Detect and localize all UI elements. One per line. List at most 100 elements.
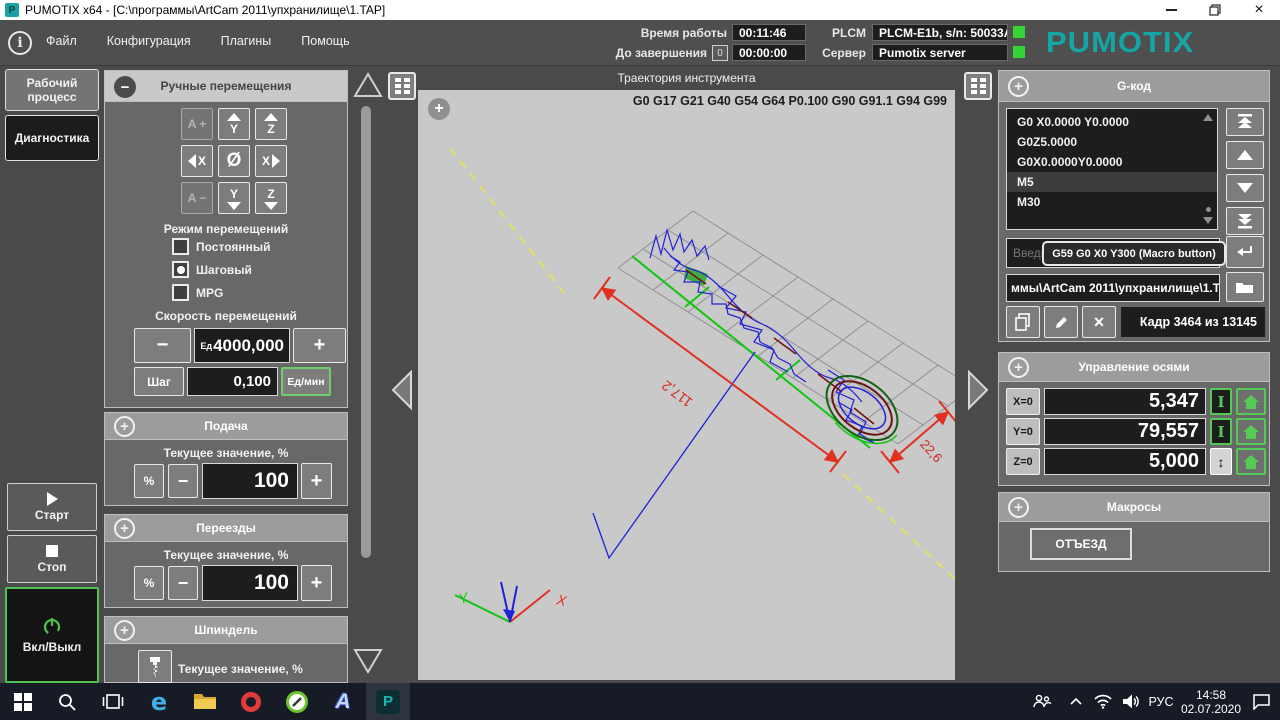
- home-y-button[interactable]: [1236, 418, 1266, 445]
- axis-z-value[interactable]: 5,000: [1044, 448, 1206, 475]
- info-icon[interactable]: i: [8, 31, 32, 55]
- rapids-minus-button[interactable]: −: [168, 566, 198, 600]
- mode-step-checkbox[interactable]: [172, 261, 189, 278]
- expand-section-button[interactable]: +: [114, 416, 135, 437]
- home-z-button[interactable]: [1236, 448, 1266, 475]
- tray-clock-button[interactable]: 14:58 02.07.2020: [1180, 688, 1242, 716]
- tray-wifi-button[interactable]: [1090, 683, 1116, 720]
- gcode-line[interactable]: G0Z5.0000: [1007, 132, 1217, 152]
- expand-section-button[interactable]: +: [1008, 76, 1029, 97]
- zero-z-button[interactable]: Z=0: [1006, 448, 1040, 475]
- scroll-down-button[interactable]: [352, 646, 384, 676]
- feed-plus-button[interactable]: +: [301, 463, 332, 499]
- menu-item-help[interactable]: Помощь: [301, 34, 349, 48]
- expand-section-button[interactable]: +: [1008, 357, 1029, 378]
- rapids-value-field[interactable]: 100: [202, 565, 298, 601]
- jog-x-minus-button[interactable]: X: [181, 145, 213, 177]
- execute-mdi-button[interactable]: [1226, 236, 1264, 268]
- edit-button[interactable]: [1044, 306, 1078, 338]
- expand-section-button[interactable]: +: [114, 620, 135, 641]
- jog-stop-button[interactable]: Ø: [218, 145, 250, 177]
- axis-z-limit-button[interactable]: ↕: [1210, 448, 1232, 475]
- collapse-section-button[interactable]: −: [114, 76, 136, 98]
- maximize-button[interactable]: [1194, 0, 1236, 20]
- zero-y-button[interactable]: Y=0: [1006, 418, 1040, 445]
- units-per-min-button[interactable]: Ед/мин: [281, 367, 331, 396]
- eject-macro-button[interactable]: ОТЪЕЗД: [1030, 528, 1132, 560]
- menu-item-file[interactable]: Файл: [46, 34, 77, 48]
- mode-constant-checkbox[interactable]: [172, 238, 189, 255]
- toolpath-canvas[interactable]: G0 G17 G21 G40 G54 G64 P0.100 G90 G91.1 …: [418, 90, 955, 680]
- jog-a-plus-button[interactable]: A +: [181, 108, 213, 140]
- taskbar-artcam-button[interactable]: A: [328, 683, 358, 720]
- minimize-button[interactable]: [1150, 0, 1192, 20]
- jog-y-down-button[interactable]: Y: [218, 182, 250, 214]
- jog-x-plus-button[interactable]: X: [255, 145, 287, 177]
- feed-value-field[interactable]: 100: [202, 463, 298, 499]
- collapse-left-panel-button[interactable]: [386, 366, 418, 414]
- search-button[interactable]: [52, 683, 82, 720]
- tab-diagnostics[interactable]: Диагностика: [5, 115, 99, 161]
- feed-percent-button[interactable]: %: [134, 464, 164, 498]
- copy-button[interactable]: [1006, 306, 1040, 338]
- step-value-field[interactable]: 0,100: [187, 367, 278, 396]
- goto-first-line-button[interactable]: [1226, 108, 1264, 136]
- feed-minus-button[interactable]: −: [168, 464, 198, 498]
- power-button[interactable]: Вкл/Выкл: [5, 587, 99, 683]
- gcode-list[interactable]: G0 X0.0000 Y0.0000 G0Z5.0000 G0X0.0000Y0…: [1006, 108, 1218, 230]
- layout-grid-button-left[interactable]: [388, 72, 416, 100]
- macro-g59-button[interactable]: G59 G0 X0 Y300 (Macro button): [1042, 241, 1226, 266]
- axis-y-value[interactable]: 79,557: [1044, 418, 1206, 445]
- left-panel-scrollbar[interactable]: [361, 106, 371, 558]
- rapids-plus-button[interactable]: +: [301, 565, 332, 601]
- tray-language-button[interactable]: РУС: [1144, 683, 1178, 720]
- spindle-icon-button[interactable]: [138, 650, 172, 683]
- start-button[interactable]: [8, 683, 38, 720]
- mode-mpg-checkbox[interactable]: [172, 284, 189, 301]
- remaining-badge[interactable]: 0: [712, 45, 728, 61]
- close-button[interactable]: ×: [1238, 0, 1280, 20]
- jog-z-down-button[interactable]: Z: [255, 182, 287, 214]
- tray-people-button[interactable]: [1028, 683, 1056, 720]
- line-up-button[interactable]: [1226, 141, 1264, 169]
- expand-section-button[interactable]: +: [114, 518, 135, 539]
- open-file-button[interactable]: [1226, 272, 1264, 302]
- layout-grid-button-right[interactable]: [964, 72, 992, 100]
- speed-minus-button[interactable]: −: [134, 328, 191, 363]
- zero-x-button[interactable]: X=0: [1006, 388, 1040, 415]
- close-file-button[interactable]: ×: [1082, 306, 1116, 338]
- taskbar-pumotix-button[interactable]: P: [366, 683, 410, 720]
- axis-x-value[interactable]: 5,347: [1044, 388, 1206, 415]
- jog-a-minus-button[interactable]: A −: [181, 182, 213, 214]
- gcode-line-selected[interactable]: M5: [1007, 172, 1217, 192]
- jog-y-up-button[interactable]: Y: [218, 108, 250, 140]
- stop-button[interactable]: Стоп: [7, 535, 97, 583]
- tray-chevron-button[interactable]: [1064, 683, 1088, 720]
- action-center-button[interactable]: [1246, 683, 1276, 720]
- taskbar-edge-button[interactable]: e: [144, 683, 174, 720]
- axis-y-limit-button[interactable]: I: [1210, 418, 1232, 445]
- gcode-list-scrollbar[interactable]: [1202, 112, 1214, 226]
- expand-section-button[interactable]: +: [1008, 497, 1029, 518]
- home-x-button[interactable]: [1236, 388, 1266, 415]
- menu-item-config[interactable]: Конфигурация: [107, 34, 191, 48]
- speed-plus-button[interactable]: +: [293, 328, 346, 363]
- collapse-right-panel-button[interactable]: [962, 366, 994, 414]
- taskbar-opera-button[interactable]: [236, 683, 266, 720]
- taskbar-explorer-button[interactable]: [190, 683, 220, 720]
- task-view-button[interactable]: [98, 683, 128, 720]
- scroll-up-button[interactable]: [352, 70, 384, 100]
- gcode-line[interactable]: G0 X0.0000 Y0.0000: [1007, 112, 1217, 132]
- menu-item-plugins[interactable]: Плагины: [221, 34, 272, 48]
- taskbar-green-app-button[interactable]: [282, 683, 312, 720]
- rapids-percent-button[interactable]: %: [134, 566, 164, 600]
- gcode-line[interactable]: G0X0.0000Y0.0000: [1007, 152, 1217, 172]
- goto-last-line-button[interactable]: [1226, 207, 1264, 235]
- tab-work-process[interactable]: Рабочий процесс: [5, 69, 99, 111]
- step-button[interactable]: Шаг: [134, 367, 184, 396]
- tray-volume-button[interactable]: [1118, 683, 1144, 720]
- start-button[interactable]: Старт: [7, 483, 97, 531]
- gcode-line[interactable]: M30: [1007, 192, 1217, 212]
- line-down-button[interactable]: [1226, 174, 1264, 202]
- jog-z-up-button[interactable]: Z: [255, 108, 287, 140]
